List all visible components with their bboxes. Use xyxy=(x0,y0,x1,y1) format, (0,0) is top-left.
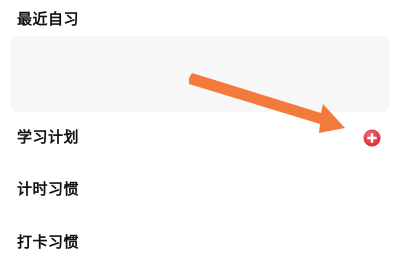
study-page: 最近自习 学习计划 计时习惯 打卡习惯 xyxy=(0,0,400,267)
timer-habit-title: 计时习惯 xyxy=(17,180,80,198)
checkin-habit-title: 打卡习惯 xyxy=(17,233,80,251)
recent-study-card[interactable] xyxy=(10,36,390,112)
checkin-habit-row[interactable]: 打卡习惯 xyxy=(0,226,400,260)
add-study-plan-button[interactable] xyxy=(363,129,381,147)
plus-circle-icon xyxy=(363,129,381,147)
timer-habit-row[interactable]: 计时习惯 xyxy=(0,173,400,207)
study-plan-title: 学习计划 xyxy=(17,128,80,146)
recent-study-title: 最近自习 xyxy=(17,10,80,28)
study-plan-row[interactable]: 学习计划 xyxy=(0,121,400,155)
